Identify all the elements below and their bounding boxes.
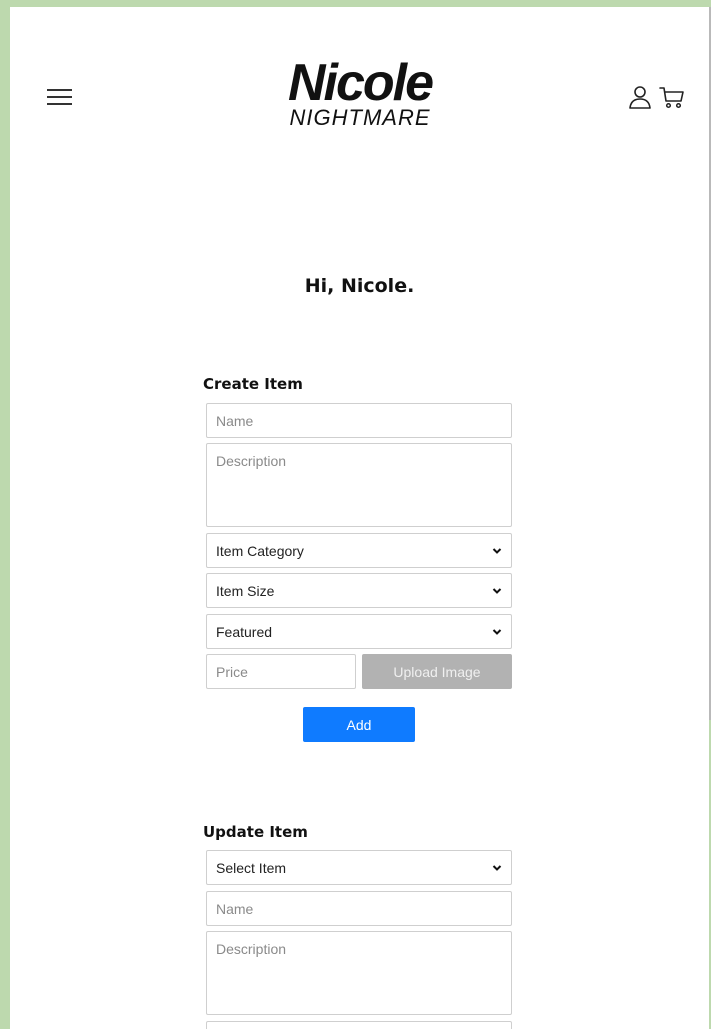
upload-image-button[interactable]: Upload Image [362, 654, 512, 689]
hamburger-icon [47, 89, 72, 91]
chevron-down-icon [492, 864, 502, 871]
update-name-input[interactable] [206, 891, 512, 926]
cart-icon [659, 87, 684, 109]
item-size-value: Item Size [216, 582, 275, 599]
update-item-title: Update Item [203, 823, 308, 841]
featured-select[interactable]: Featured [206, 614, 512, 649]
menu-button[interactable] [47, 88, 72, 108]
update-description-input[interactable] [206, 931, 512, 1015]
account-button[interactable] [627, 84, 653, 110]
price-input[interactable] [206, 654, 356, 689]
brand-logo[interactable]: Nicole NIGHTMARE [270, 57, 450, 129]
chevron-down-icon [492, 547, 502, 554]
item-category-select[interactable]: Item Category [206, 533, 512, 568]
page: Nicole NIGHTMARE Hi, Nicole. Create Item… [10, 7, 709, 1029]
select-item-value: Select Item [216, 859, 287, 876]
update-next-select[interactable] [206, 1021, 512, 1029]
create-item-title: Create Item [203, 375, 303, 393]
chevron-down-icon [492, 628, 502, 635]
featured-value: Featured [216, 623, 273, 640]
brand-tagline: NIGHTMARE [289, 105, 431, 130]
item-category-value: Item Category [216, 542, 304, 559]
chevron-down-icon [492, 587, 502, 594]
greeting-heading: Hi, Nicole. [304, 275, 415, 297]
header-actions [627, 84, 685, 110]
cart-button[interactable] [659, 84, 685, 110]
add-button[interactable]: Add [303, 707, 415, 742]
select-item-select[interactable]: Select Item [206, 850, 512, 885]
user-icon [629, 86, 651, 109]
brand-name: Nicole [287, 54, 434, 112]
create-description-input[interactable] [206, 443, 512, 527]
create-name-input[interactable] [206, 403, 512, 438]
item-size-select[interactable]: Item Size [206, 573, 512, 608]
